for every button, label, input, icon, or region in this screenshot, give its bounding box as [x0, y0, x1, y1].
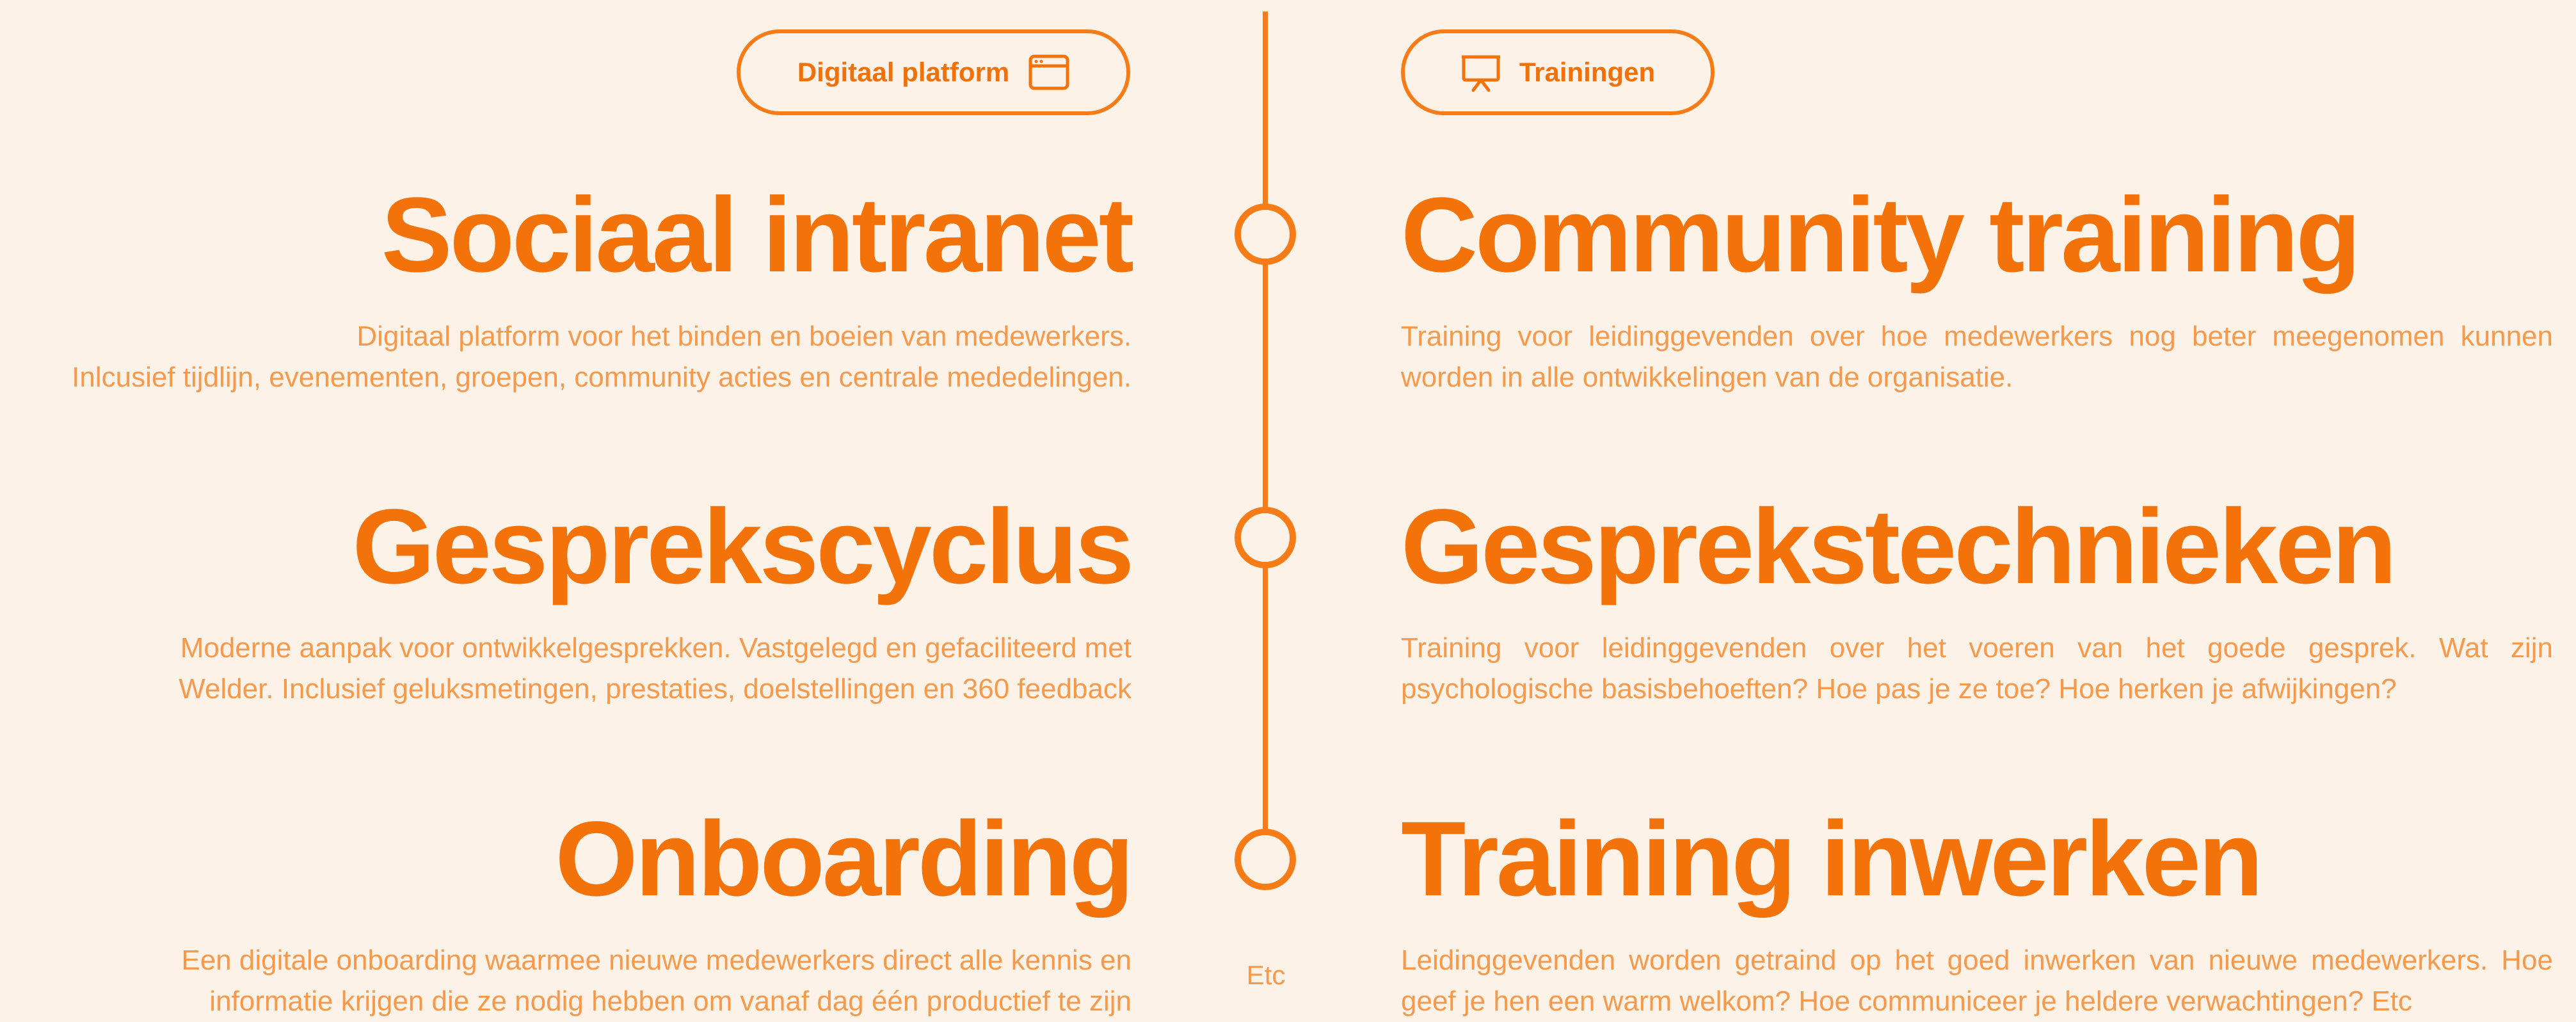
training-inwerken-description: Leidinggevenden worden getraind op het g…: [1401, 945, 2553, 1017]
timeline-node: [1235, 507, 1296, 568]
sociaal-intranet-title: Sociaal intranet: [381, 176, 1134, 294]
onboarding-description: Een digitale onboarding waarmee nieuwe m…: [5, 940, 1132, 1022]
digitaal-platform-label: Digitaal platform: [797, 57, 1010, 87]
trainingen-pill[interactable]: Trainingen: [1401, 29, 1715, 115]
community-training-title: Community training: [1401, 176, 2361, 294]
trainingen-label: Trainingen: [1519, 57, 1656, 87]
timeline-line: [1263, 12, 1268, 837]
gesprekstechnieken-description: Training voor leidinggevenden over het v…: [1401, 632, 2553, 705]
gesprekscyclus-description: Moderne aanpak voor ontwikkelgesprekken.…: [5, 628, 1132, 710]
presentation-board-icon: [1460, 54, 1501, 92]
timeline-node: [1235, 829, 1296, 890]
gesprekstechnieken-title: Gesprekstechnieken: [1401, 488, 2397, 606]
description-line: Welder. Inclusief geluksmetingen, presta…: [179, 673, 1132, 705]
digitaal-platform-pill[interactable]: Digitaal platform: [737, 29, 1130, 115]
timeline-etc-label: Etc: [1246, 960, 1286, 990]
community-training-description: Training voor leidinggevenden over hoe m…: [1401, 321, 2553, 393]
description-line: Digitaal platform voor het binden en boe…: [356, 321, 1132, 352]
description-line: informatie krijgen die ze nodig hebben o…: [209, 986, 1132, 1017]
description-line: Moderne aanpak voor ontwikkelgesprekken.…: [180, 632, 1132, 664]
training-inwerken-title: Training inwerken: [1401, 800, 2263, 918]
timeline-node: [1235, 204, 1296, 265]
description-line: Een digitale onboarding waarmee nieuwe m…: [181, 945, 1132, 976]
browser-window-icon: [1028, 54, 1069, 90]
sociaal-intranet-description: Digitaal platform voor het binden en boe…: [5, 316, 1132, 398]
gesprekscyclus-title: Gesprekscyclus: [352, 488, 1134, 606]
onboarding-title: Onboarding: [555, 800, 1134, 918]
description-line: Inlcusief tijdlijn, evenementen, groepen…: [72, 362, 1132, 393]
